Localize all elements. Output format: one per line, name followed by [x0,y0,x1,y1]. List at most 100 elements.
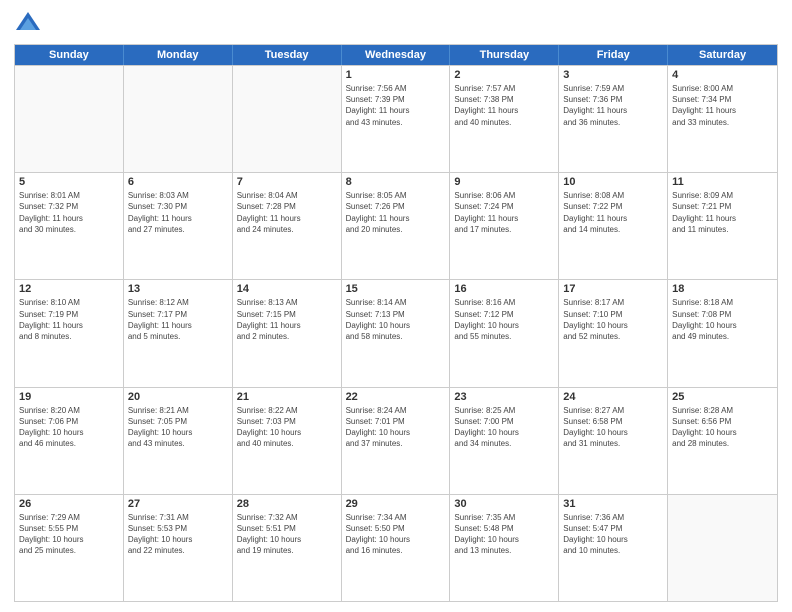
day-cell: 28Sunrise: 7:32 AM Sunset: 5:51 PM Dayli… [233,495,342,601]
day-number: 17 [563,283,663,295]
day-number: 1 [346,69,446,81]
day-cell [233,66,342,172]
day-info: Sunrise: 8:10 AM Sunset: 7:19 PM Dayligh… [19,297,119,342]
week-row-3: 12 Sunrise: 8:10 AM Sunset: 7:19 PM Dayli… [15,279,777,386]
day-cell: 4Sunrise: 8:00 AM Sunset: 7:34 PM Daylig… [668,66,777,172]
day-cell [668,495,777,601]
day-cell: 29 Sunrise: 7:34 AM Sunset: 5:50 PM Dayli… [342,495,451,601]
day-number: 31 [563,498,663,510]
day-number: 16 [454,283,554,295]
day-number: 12 [19,283,119,295]
day-number: 8 [346,176,446,188]
day-number: 9 [454,176,554,188]
day-cell: 30 Sunrise: 7:35 AM Sunset: 5:48 PM Dayli… [450,495,559,601]
day-number: 20 [128,391,228,403]
day-number: 19 [19,391,119,403]
day-cell: 14Sunrise: 8:13 AM Sunset: 7:15 PM Dayli… [233,280,342,386]
day-cell: 21Sunrise: 8:22 AM Sunset: 7:03 PM Dayli… [233,388,342,494]
day-info: Sunrise: 8:24 AM Sunset: 7:01 PM Dayligh… [346,405,446,450]
week-row-2: 5 Sunrise: 8:01 AM Sunset: 7:32 PM Daylig… [15,172,777,279]
day-header-tuesday: Tuesday [233,45,342,65]
day-number: 5 [19,176,119,188]
day-number: 18 [672,283,773,295]
day-cell: 6Sunrise: 8:03 AM Sunset: 7:30 PM Daylig… [124,173,233,279]
day-cell: 20Sunrise: 8:21 AM Sunset: 7:05 PM Dayli… [124,388,233,494]
day-cell: 16 Sunrise: 8:16 AM Sunset: 7:12 PM Dayli… [450,280,559,386]
day-cell: 7 Sunrise: 8:04 AM Sunset: 7:28 PM Daylig… [233,173,342,279]
day-number: 2 [454,69,554,81]
day-info: Sunrise: 7:36 AM Sunset: 5:47 PM Dayligh… [563,512,663,557]
day-cell: 19 Sunrise: 8:20 AM Sunset: 7:06 PM Dayli… [15,388,124,494]
day-info: Sunrise: 7:56 AM Sunset: 7:39 PM Dayligh… [346,83,446,128]
logo-icon [14,10,42,38]
header [14,10,778,38]
day-cell: 11 Sunrise: 8:09 AM Sunset: 7:21 PM Dayli… [668,173,777,279]
day-number: 4 [672,69,773,81]
day-cell: 12 Sunrise: 8:10 AM Sunset: 7:19 PM Dayli… [15,280,124,386]
day-number: 15 [346,283,446,295]
day-info: Sunrise: 7:57 AM Sunset: 7:38 PM Dayligh… [454,83,554,128]
day-cell [124,66,233,172]
day-info: Sunrise: 7:35 AM Sunset: 5:48 PM Dayligh… [454,512,554,557]
page: SundayMondayTuesdayWednesdayThursdayFrid… [0,0,792,612]
day-info: Sunrise: 7:59 AM Sunset: 7:36 PM Dayligh… [563,83,663,128]
day-cell: 27Sunrise: 7:31 AM Sunset: 5:53 PM Dayli… [124,495,233,601]
day-number: 22 [346,391,446,403]
day-info: Sunrise: 8:01 AM Sunset: 7:32 PM Dayligh… [19,190,119,235]
day-cell: 31 Sunrise: 7:36 AM Sunset: 5:47 PM Dayli… [559,495,668,601]
calendar-body: 1 Sunrise: 7:56 AM Sunset: 7:39 PM Daylig… [15,65,777,601]
day-header-thursday: Thursday [450,45,559,65]
day-number: 10 [563,176,663,188]
day-info: Sunrise: 8:25 AM Sunset: 7:00 PM Dayligh… [454,405,554,450]
day-info: Sunrise: 7:34 AM Sunset: 5:50 PM Dayligh… [346,512,446,557]
day-cell: 17 Sunrise: 8:17 AM Sunset: 7:10 PM Dayli… [559,280,668,386]
day-number: 3 [563,69,663,81]
day-headers: SundayMondayTuesdayWednesdayThursdayFrid… [15,45,777,65]
day-cell: 3 Sunrise: 7:59 AM Sunset: 7:36 PM Daylig… [559,66,668,172]
day-number: 27 [128,498,228,510]
day-cell: 15 Sunrise: 8:14 AM Sunset: 7:13 PM Dayli… [342,280,451,386]
day-number: 23 [454,391,554,403]
day-header-monday: Monday [124,45,233,65]
day-info: Sunrise: 7:29 AM Sunset: 5:55 PM Dayligh… [19,512,119,557]
day-number: 11 [672,176,773,188]
week-row-5: 26 Sunrise: 7:29 AM Sunset: 5:55 PM Dayli… [15,494,777,601]
day-number: 13 [128,283,228,295]
day-number: 30 [454,498,554,510]
day-cell: 23 Sunrise: 8:25 AM Sunset: 7:00 PM Dayli… [450,388,559,494]
calendar: SundayMondayTuesdayWednesdayThursdayFrid… [14,44,778,602]
day-cell: 13 Sunrise: 8:12 AM Sunset: 7:17 PM Dayli… [124,280,233,386]
day-cell: 1 Sunrise: 7:56 AM Sunset: 7:39 PM Daylig… [342,66,451,172]
day-cell: 22 Sunrise: 8:24 AM Sunset: 7:01 PM Dayli… [342,388,451,494]
day-info: Sunrise: 8:04 AM Sunset: 7:28 PM Dayligh… [237,190,337,235]
day-number: 7 [237,176,337,188]
day-cell: 18 Sunrise: 8:18 AM Sunset: 7:08 PM Dayli… [668,280,777,386]
day-cell: 26 Sunrise: 7:29 AM Sunset: 5:55 PM Dayli… [15,495,124,601]
day-info: Sunrise: 8:06 AM Sunset: 7:24 PM Dayligh… [454,190,554,235]
week-row-1: 1 Sunrise: 7:56 AM Sunset: 7:39 PM Daylig… [15,65,777,172]
day-number: 26 [19,498,119,510]
day-info: Sunrise: 8:09 AM Sunset: 7:21 PM Dayligh… [672,190,773,235]
day-info: Sunrise: 8:17 AM Sunset: 7:10 PM Dayligh… [563,297,663,342]
day-number: 24 [563,391,663,403]
day-info: Sunrise: 8:12 AM Sunset: 7:17 PM Dayligh… [128,297,228,342]
day-info: Sunrise: 8:05 AM Sunset: 7:26 PM Dayligh… [346,190,446,235]
day-cell: 25Sunrise: 8:28 AM Sunset: 6:56 PM Dayli… [668,388,777,494]
day-info: Sunrise: 8:13 AM Sunset: 7:15 PM Dayligh… [237,297,337,342]
day-cell: 10 Sunrise: 8:08 AM Sunset: 7:22 PM Dayli… [559,173,668,279]
day-info: Sunrise: 8:18 AM Sunset: 7:08 PM Dayligh… [672,297,773,342]
day-info: Sunrise: 8:28 AM Sunset: 6:56 PM Dayligh… [672,405,773,450]
day-header-wednesday: Wednesday [342,45,451,65]
week-row-4: 19 Sunrise: 8:20 AM Sunset: 7:06 PM Dayli… [15,387,777,494]
day-info: Sunrise: 8:14 AM Sunset: 7:13 PM Dayligh… [346,297,446,342]
day-cell: 24 Sunrise: 8:27 AM Sunset: 6:58 PM Dayli… [559,388,668,494]
day-info: Sunrise: 8:16 AM Sunset: 7:12 PM Dayligh… [454,297,554,342]
day-info: Sunrise: 8:20 AM Sunset: 7:06 PM Dayligh… [19,405,119,450]
day-info: Sunrise: 8:08 AM Sunset: 7:22 PM Dayligh… [563,190,663,235]
day-number: 29 [346,498,446,510]
day-number: 28 [237,498,337,510]
day-header-saturday: Saturday [668,45,777,65]
day-info: Sunrise: 8:27 AM Sunset: 6:58 PM Dayligh… [563,405,663,450]
day-number: 6 [128,176,228,188]
day-header-friday: Friday [559,45,668,65]
